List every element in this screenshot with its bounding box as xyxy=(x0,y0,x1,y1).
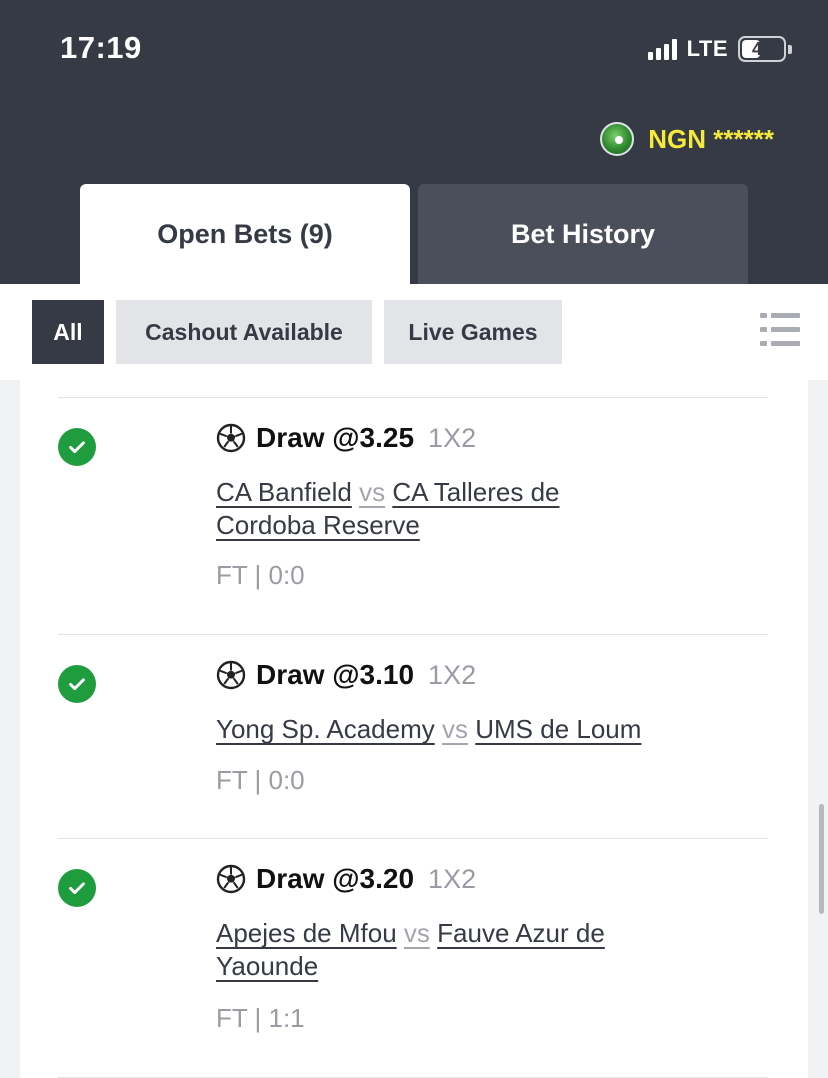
list-item[interactable]: Draw @3.25 1X2 CA Banfield vs CA Tallere… xyxy=(58,397,768,635)
status-time: 17:19 xyxy=(60,30,142,65)
vs-label: vs xyxy=(403,918,430,948)
avatar[interactable] xyxy=(600,122,635,156)
bet-pick: Draw @3.20 xyxy=(256,863,415,894)
home-team[interactable]: Apejes de Mfou xyxy=(216,918,397,948)
network-type: LTE xyxy=(686,36,728,61)
bet-title: Draw @3.20 1X2 xyxy=(216,863,476,895)
home-team[interactable]: Yong Sp. Academy xyxy=(216,714,435,744)
tab-open-bets[interactable]: Open Bets (9) xyxy=(80,184,410,284)
account-balance[interactable]: NGN ****** xyxy=(600,122,774,156)
battery-icon: 44 xyxy=(738,36,786,62)
soccer-ball-icon xyxy=(216,660,246,690)
battery-level: 44 xyxy=(751,38,773,59)
bet-pick: Draw @3.25 xyxy=(256,422,415,453)
home-team[interactable]: CA Banfield xyxy=(216,477,352,507)
vs-label: vs xyxy=(442,714,468,744)
list-item[interactable]: Draw @3.10 1X2 Yong Sp. Academy vs UMS d… xyxy=(58,634,768,839)
filter-cashout-available[interactable]: Cashout Available xyxy=(116,300,372,364)
vs-label: vs xyxy=(359,477,386,507)
match-result: FT | 0:0 xyxy=(216,560,305,590)
soccer-ball-icon xyxy=(216,864,246,894)
match-result: FT | 0:0 xyxy=(216,765,305,795)
check-circle-icon xyxy=(58,869,96,907)
filter-bar: All Cashout Available Live Games xyxy=(0,284,828,380)
check-circle-icon xyxy=(58,428,96,466)
status-indicators: LTE 44 xyxy=(647,36,792,62)
check-circle-icon xyxy=(58,665,96,703)
match-teams[interactable]: CA Banfield vs CA Talleres de Cordoba Re… xyxy=(216,476,646,542)
bet-market: 1X2 xyxy=(428,863,477,894)
bet-title: Draw @3.25 1X2 xyxy=(216,422,476,454)
tab-bet-history[interactable]: Bet History xyxy=(418,184,748,284)
bet-market: 1X2 xyxy=(428,659,477,690)
bet-title: Draw @3.10 1X2 xyxy=(216,659,476,691)
balance-text: NGN ****** xyxy=(648,123,774,154)
match-teams[interactable]: Yong Sp. Academy vs UMS de Loum xyxy=(216,713,716,746)
bet-pick: Draw @3.10 xyxy=(256,659,415,690)
bet-market: 1X2 xyxy=(428,422,477,453)
app-header: 17:19 LTE 44 NGN ****** Open Bets (9) Be… xyxy=(0,0,828,284)
list-view-icon[interactable] xyxy=(760,310,800,350)
signal-icon xyxy=(647,38,677,60)
scrollbar[interactable] xyxy=(819,804,824,914)
away-team[interactable]: UMS de Loum xyxy=(475,714,641,744)
filter-all[interactable]: All xyxy=(32,300,104,364)
match-teams[interactable]: Apejes de Mfou vs Fauve Azur de Yaounde xyxy=(216,917,631,983)
list-item[interactable]: Draw @3.20 1X2 Apejes de Mfou vs Fauve A… xyxy=(58,838,768,1078)
soccer-ball-icon xyxy=(216,423,246,453)
match-result: FT | 1:1 xyxy=(216,1003,305,1033)
filter-live-games[interactable]: Live Games xyxy=(384,300,562,364)
